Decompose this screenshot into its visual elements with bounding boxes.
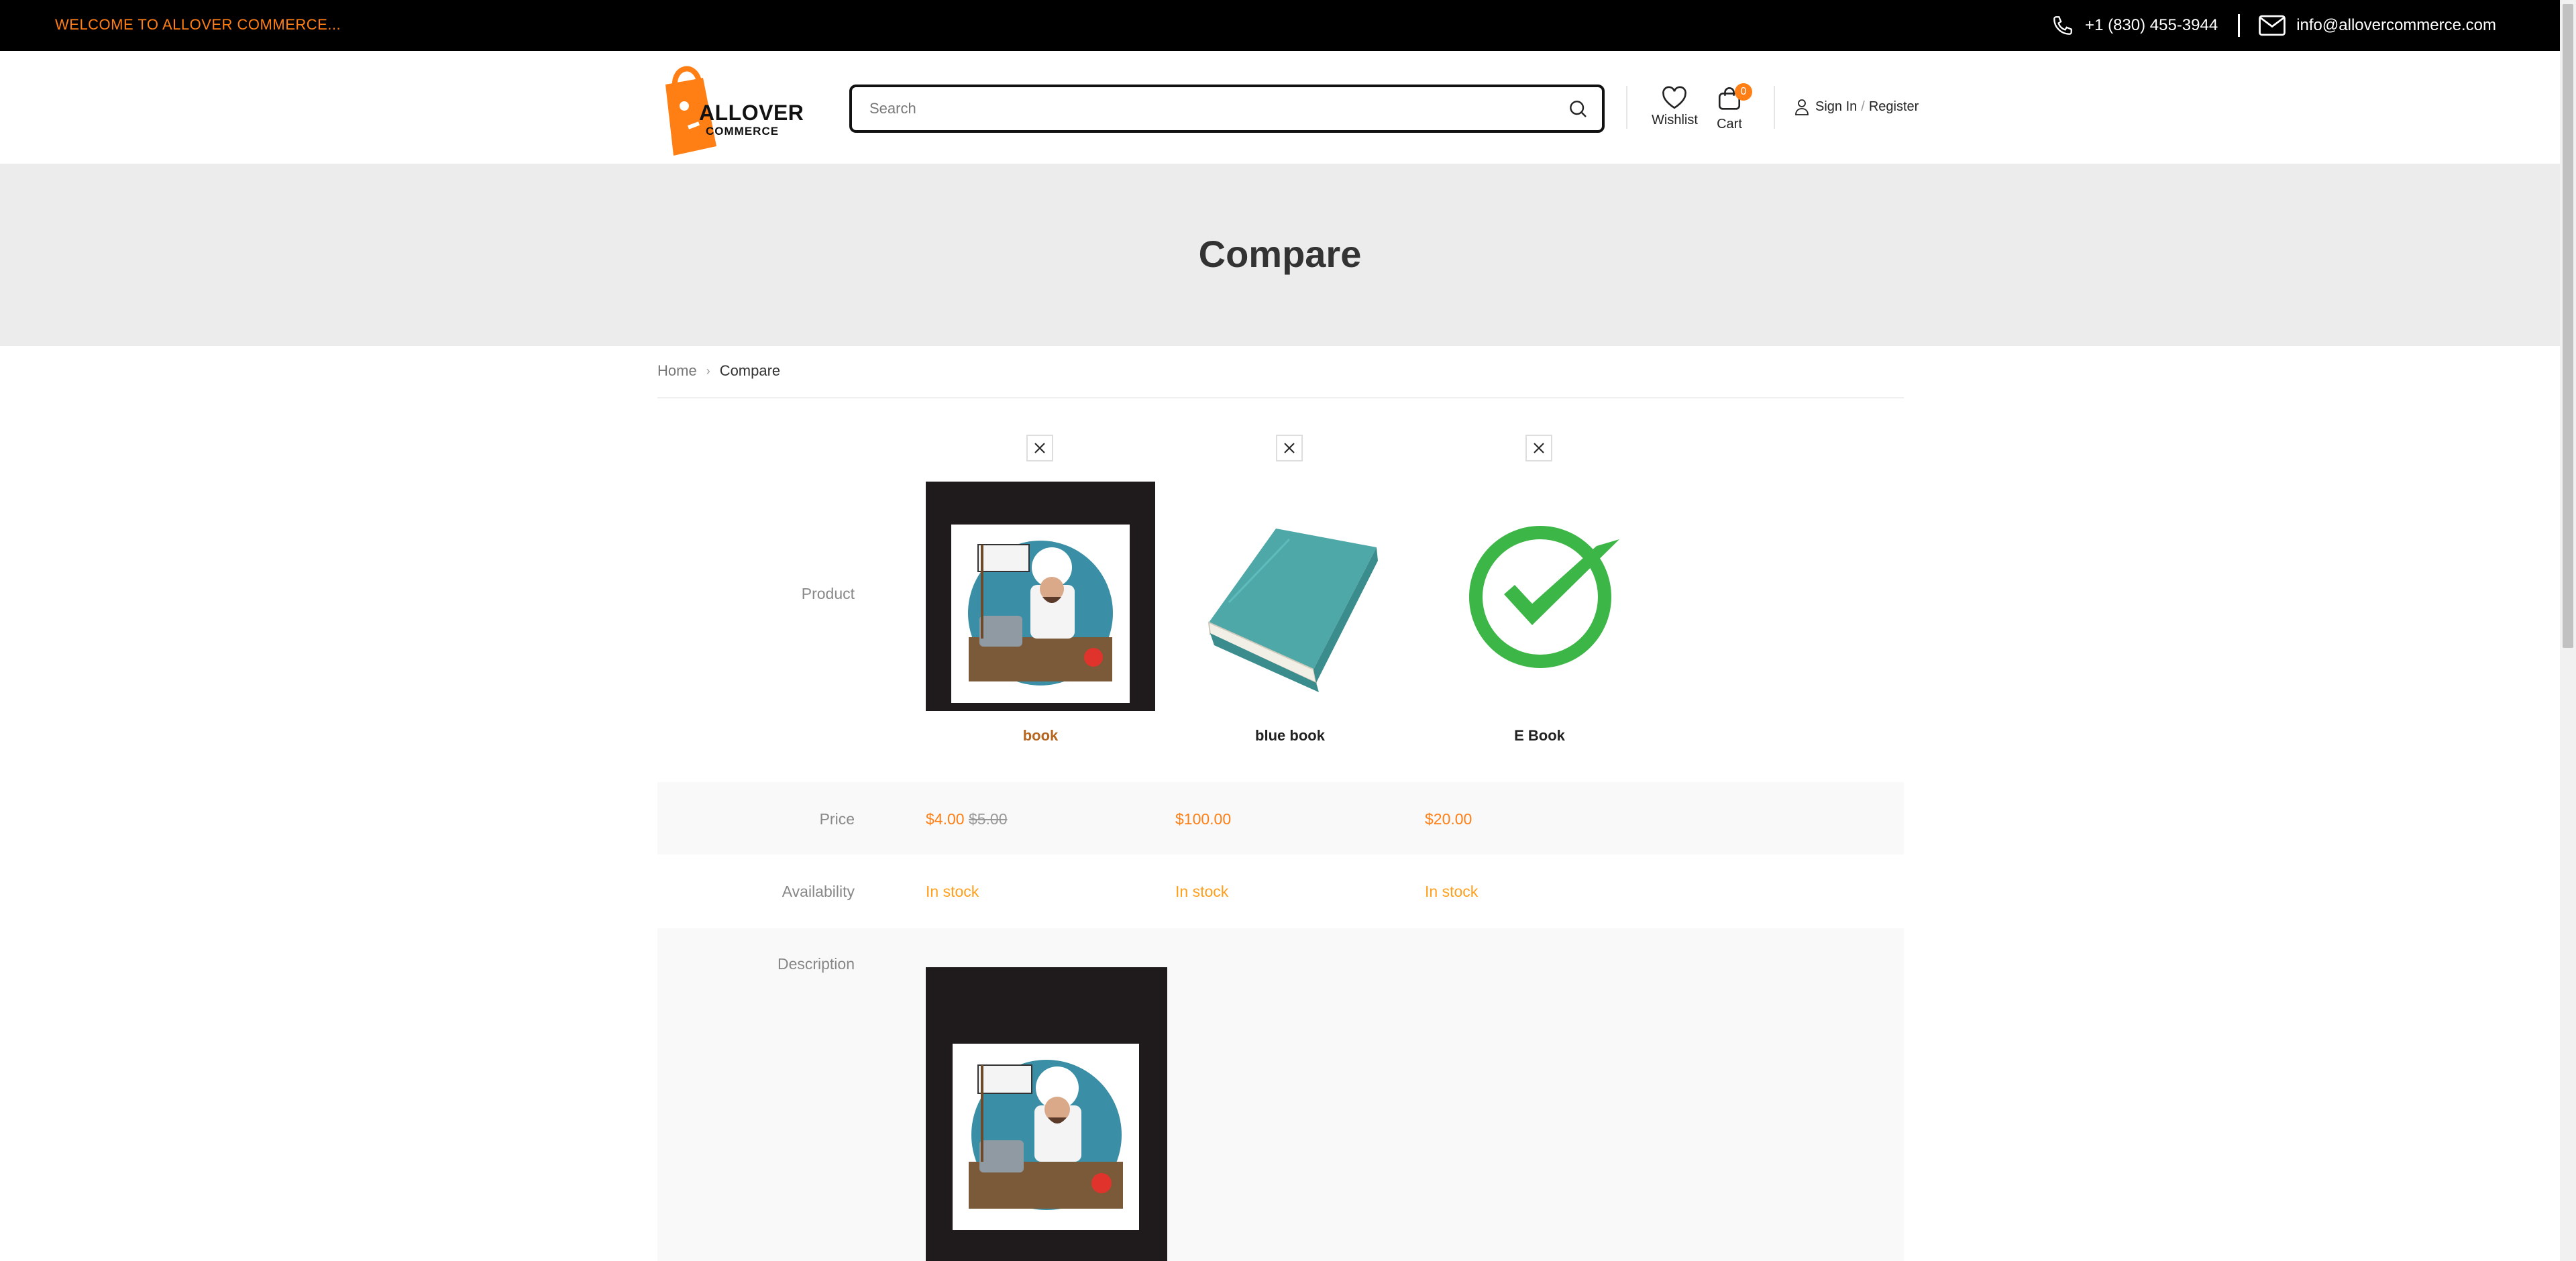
product-name-link[interactable]: book <box>926 727 1155 745</box>
page-scrollbar[interactable] <box>2560 0 2576 1261</box>
sale-price: $4.00 <box>926 810 965 828</box>
product-image-e-book[interactable] <box>1425 482 1654 711</box>
cart-label: Cart <box>1717 117 1742 131</box>
wishlist-label: Wishlist <box>1652 113 1698 127</box>
breadcrumb-current: Compare <box>719 362 781 379</box>
close-icon <box>1034 443 1045 453</box>
contact-info: +1 (830) 455-3944 info@allovercommerce.c… <box>2051 9 2496 42</box>
register-link[interactable]: Register <box>1869 99 1919 115</box>
description-row-label: Description <box>777 955 855 973</box>
breadcrumb-divider <box>657 397 1904 398</box>
cart-count-badge: 0 <box>1735 83 1752 101</box>
logo-wordmark: ALLOVER <box>699 101 804 125</box>
remove-product-button[interactable] <box>1276 435 1303 461</box>
availability-status: In stock <box>1425 883 1479 900</box>
top-bar: WELCOME TO ALLOVER COMMERCE... +1 (830) … <box>0 0 2560 51</box>
chevron-right-icon: › <box>706 364 710 378</box>
account-slash: / <box>1861 99 1865 114</box>
product-image-book[interactable] <box>926 482 1155 711</box>
scrollbar-thumb[interactable] <box>2563 4 2573 648</box>
close-icon <box>1284 443 1295 453</box>
site-logo[interactable]: ALLOVER COMMERCE <box>647 58 804 158</box>
breadcrumb: Home › Compare <box>657 362 780 380</box>
welcome-text: WELCOME TO ALLOVER COMMERCE... <box>55 16 341 33</box>
site-header: ALLOVER COMMERCE Wishlist 0 Cart Sign In… <box>0 51 2560 164</box>
price-cell: $4.00 $5.00 <box>926 810 1008 828</box>
availability-status: In stock <box>926 883 979 900</box>
original-price: $5.00 <box>968 810 1008 828</box>
mail-icon <box>2259 15 2286 36</box>
price-cell: $100.00 <box>1175 810 1231 828</box>
description-row <box>657 928 1904 1261</box>
price-row-label: Price <box>819 810 855 828</box>
breadcrumb-home[interactable]: Home <box>657 362 697 380</box>
price-cell: $20.00 <box>1425 810 1472 828</box>
remove-product-button[interactable] <box>1026 435 1053 461</box>
availability-row-label: Availability <box>782 883 855 900</box>
header-divider <box>1774 86 1775 129</box>
search-icon[interactable] <box>1567 98 1589 123</box>
sale-price: $20.00 <box>1425 810 1472 828</box>
account-links: Sign In / Register <box>1794 98 1919 115</box>
logo-subtext: COMMERCE <box>706 125 780 138</box>
close-icon <box>1534 443 1544 453</box>
user-icon <box>1795 99 1809 115</box>
product-image-blue-book[interactable] <box>1175 482 1405 711</box>
product-name-link[interactable]: blue book <box>1175 727 1405 745</box>
wishlist-link[interactable]: Wishlist <box>1652 86 1698 128</box>
page-banner: Compare <box>0 164 2560 346</box>
product-row-label: Product <box>801 585 855 602</box>
remove-product-button[interactable] <box>1525 435 1552 461</box>
sale-price: $100.00 <box>1175 810 1232 828</box>
email-address[interactable]: info@allovercommerce.com <box>2296 16 2496 35</box>
search-input[interactable] <box>869 87 1527 130</box>
search-box <box>849 85 1605 133</box>
contact-divider <box>2238 14 2241 37</box>
phone-number[interactable]: +1 (830) 455-3944 <box>2085 16 2218 35</box>
sign-in-link[interactable]: Sign In <box>1815 99 1857 115</box>
header-divider <box>1626 86 1627 129</box>
product-name-link[interactable]: E Book <box>1425 727 1654 745</box>
description-image <box>926 967 1167 1261</box>
heart-icon <box>1662 86 1687 109</box>
availability-status: In stock <box>1175 883 1229 900</box>
phone-icon <box>2051 14 2074 37</box>
cart-link[interactable]: 0 Cart <box>1716 83 1752 132</box>
page-title: Compare <box>1198 233 1362 275</box>
